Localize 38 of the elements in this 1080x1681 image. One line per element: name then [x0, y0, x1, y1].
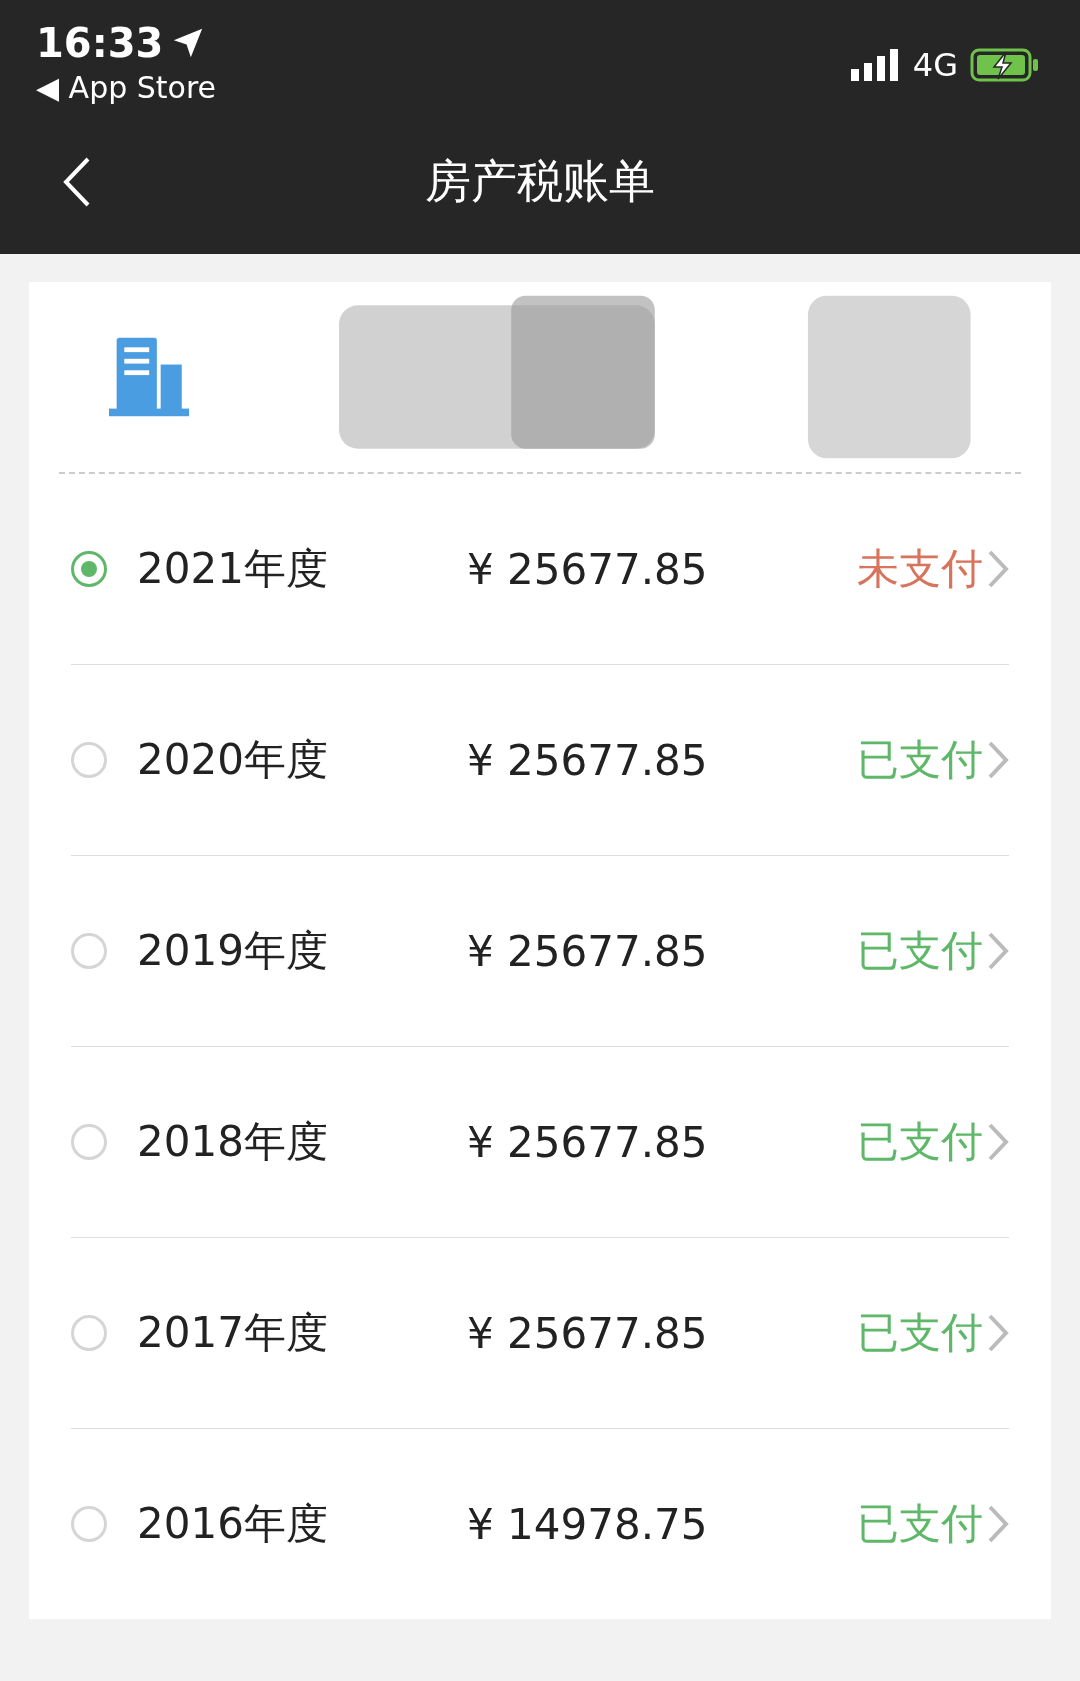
payment-status-link[interactable]: 未支付: [857, 541, 1009, 597]
radio-button[interactable]: [71, 1315, 107, 1351]
chevron-right-icon: [987, 1504, 1009, 1544]
amount-label: ¥ 25677.85: [467, 1308, 709, 1358]
radio-button[interactable]: [71, 742, 107, 778]
amount-label: ¥ 25677.85: [467, 926, 709, 976]
chevron-right-icon: [987, 1122, 1009, 1162]
year-label: 2019年度: [137, 925, 329, 977]
amount-label: ¥ 14978.75: [467, 1499, 709, 1549]
payment-status-link[interactable]: 已支付: [857, 923, 1009, 979]
chevron-right-icon: [987, 549, 1009, 589]
network-label: 4G: [912, 46, 958, 84]
back-to-app-link[interactable]: ◀ App Store: [36, 70, 217, 105]
payment-status-link[interactable]: 已支付: [857, 1305, 1009, 1361]
amount-label: ¥ 25677.85: [467, 735, 709, 785]
radio-button[interactable]: [71, 1124, 107, 1160]
battery-charging-icon: [970, 48, 1040, 82]
year-label: 2020年度: [137, 734, 329, 786]
year-label: 2021年度: [137, 543, 329, 595]
year-label: 2016年度: [137, 1498, 329, 1550]
amount-label: ¥ 25677.85: [467, 1117, 709, 1167]
back-button[interactable]: [62, 156, 92, 208]
status-time: 16:33: [36, 20, 217, 66]
chevron-right-icon: [987, 931, 1009, 971]
year-label: 2018年度: [137, 1116, 329, 1168]
payment-status-link[interactable]: 已支付: [857, 732, 1009, 788]
chevron-right-icon: [987, 1313, 1009, 1353]
radio-button[interactable]: [71, 933, 107, 969]
radio-button[interactable]: [71, 551, 107, 587]
radio-button[interactable]: [71, 1506, 107, 1542]
chevron-right-icon: [987, 740, 1009, 780]
payment-status-link[interactable]: 已支付: [857, 1496, 1009, 1552]
year-label: 2017年度: [137, 1307, 329, 1359]
signal-icon: [850, 49, 901, 81]
page-title: 房产税账单: [425, 153, 655, 210]
building-icon: [109, 336, 190, 418]
payment-status-link[interactable]: 已支付: [857, 1114, 1009, 1170]
amount-label: ¥ 25677.85: [467, 544, 709, 594]
